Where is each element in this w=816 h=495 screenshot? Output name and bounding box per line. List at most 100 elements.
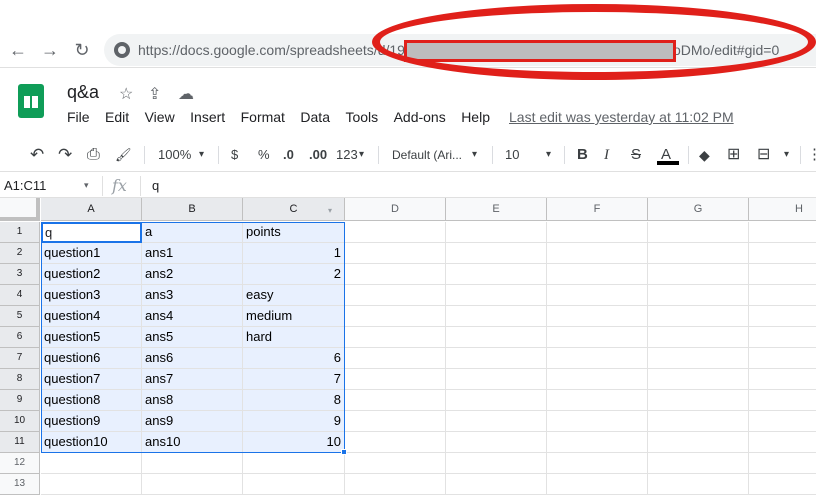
sheets-logo-icon[interactable] (18, 84, 44, 118)
cell-e7[interactable] (446, 348, 547, 369)
cell-b4[interactable]: ans3 (142, 285, 243, 306)
decrease-decimal-button[interactable]: .0 (283, 145, 294, 165)
row-header-3[interactable]: 3 (0, 264, 40, 285)
name-box-chevron-down-icon[interactable]: ▾ (84, 180, 89, 191)
menu-help[interactable]: Help (461, 109, 490, 125)
cell-e11[interactable] (446, 432, 547, 453)
zoom-chevron-down-icon[interactable]: ▾ (199, 145, 204, 165)
menu-insert[interactable]: Insert (190, 109, 225, 125)
column-header-d[interactable]: D (345, 198, 446, 221)
document-title[interactable]: q&a (67, 82, 99, 103)
cell-a4[interactable]: question3 (41, 285, 142, 306)
cell-f11[interactable] (547, 432, 648, 453)
cell-f3[interactable] (547, 264, 648, 285)
cell-d6[interactable] (345, 327, 446, 348)
cell-f7[interactable] (547, 348, 648, 369)
more-formats-button[interactable]: 123 (336, 145, 358, 165)
cell-e3[interactable] (446, 264, 547, 285)
cell-d12[interactable] (345, 453, 446, 474)
column-header-f[interactable]: F (547, 198, 648, 221)
cell-e1[interactable] (446, 222, 547, 243)
cell-d3[interactable] (345, 264, 446, 285)
cell-g13[interactable] (648, 474, 749, 495)
cloud-status-icon[interactable]: ☁ (178, 84, 194, 104)
cell-f5[interactable] (547, 306, 648, 327)
formula-input[interactable]: q (152, 178, 159, 193)
cell-h7[interactable] (749, 348, 816, 369)
cell-h11[interactable] (749, 432, 816, 453)
column-menu-chevron-down-icon[interactable]: ▾ (328, 206, 332, 215)
cell-g10[interactable] (648, 411, 749, 432)
cell-f1[interactable] (547, 222, 648, 243)
merge-cells-icon[interactable]: ⊟ (757, 145, 770, 165)
cell-e6[interactable] (446, 327, 547, 348)
cell-h9[interactable] (749, 390, 816, 411)
font-size-select[interactable]: 10 (505, 145, 519, 165)
cell-e4[interactable] (446, 285, 547, 306)
cell-f13[interactable] (547, 474, 648, 495)
cell-h4[interactable] (749, 285, 816, 306)
cell-f12[interactable] (547, 453, 648, 474)
cell-d8[interactable] (345, 369, 446, 390)
column-header-e[interactable]: E (446, 198, 547, 221)
cell-e9[interactable] (446, 390, 547, 411)
cell-b5[interactable]: ans4 (142, 306, 243, 327)
cell-h12[interactable] (749, 453, 816, 474)
increase-decimal-button[interactable]: .00 (309, 145, 327, 165)
cell-b1[interactable]: a (142, 222, 243, 243)
cell-d13[interactable] (345, 474, 446, 495)
cell-b3[interactable]: ans2 (142, 264, 243, 285)
cell-a5[interactable]: question4 (41, 306, 142, 327)
menu-tools[interactable]: Tools (345, 109, 378, 125)
cell-e13[interactable] (446, 474, 547, 495)
borders-icon[interactable]: ⊞ (727, 145, 740, 165)
cell-g2[interactable] (648, 243, 749, 264)
cell-g4[interactable] (648, 285, 749, 306)
reload-icon[interactable]: ↻ (72, 40, 92, 60)
merge-chevron-down-icon[interactable]: ▾ (784, 145, 789, 165)
cell-h10[interactable] (749, 411, 816, 432)
cell-h6[interactable] (749, 327, 816, 348)
last-edit-link[interactable]: Last edit was yesterday at 11:02 PM (509, 109, 734, 125)
fill-color-icon[interactable]: ◆ (699, 145, 710, 165)
cell-a10[interactable]: question9 (41, 411, 142, 432)
cell-f6[interactable] (547, 327, 648, 348)
cell-b10[interactable]: ans9 (142, 411, 243, 432)
strikethrough-button[interactable]: S (631, 145, 641, 165)
paint-format-icon[interactable]: 🖌 (115, 145, 132, 165)
row-header-9[interactable]: 9 (0, 390, 40, 411)
cell-c5[interactable]: medium (243, 306, 345, 327)
cell-d2[interactable] (345, 243, 446, 264)
cell-c8[interactable]: 7 (243, 369, 345, 390)
cell-c3[interactable]: 2 (243, 264, 345, 285)
cell-a8[interactable]: question7 (41, 369, 142, 390)
cell-c2[interactable]: 1 (243, 243, 345, 264)
cell-d11[interactable] (345, 432, 446, 453)
font-family-select[interactable]: Default (Ari... (392, 145, 462, 165)
row-header-8[interactable]: 8 (0, 369, 40, 390)
cell-g12[interactable] (648, 453, 749, 474)
cell-c6[interactable]: hard (243, 327, 345, 348)
formats-chevron-down-icon[interactable]: ▾ (359, 145, 364, 165)
cell-e8[interactable] (446, 369, 547, 390)
cell-f8[interactable] (547, 369, 648, 390)
cell-e12[interactable] (446, 453, 547, 474)
fill-handle[interactable] (341, 449, 347, 455)
zoom-select[interactable]: 100% (158, 145, 191, 165)
cell-h8[interactable] (749, 369, 816, 390)
back-icon[interactable]: ← (8, 40, 28, 60)
cell-d10[interactable] (345, 411, 446, 432)
cell-a12[interactable] (41, 453, 142, 474)
cell-b11[interactable]: ans10 (142, 432, 243, 453)
size-chevron-down-icon[interactable]: ▾ (546, 145, 551, 165)
cell-e5[interactable] (446, 306, 547, 327)
cell-g5[interactable] (648, 306, 749, 327)
italic-button[interactable]: I (604, 145, 609, 165)
cell-b12[interactable] (142, 453, 243, 474)
cell-c10[interactable]: 9 (243, 411, 345, 432)
cell-f2[interactable] (547, 243, 648, 264)
row-header-6[interactable]: 6 (0, 327, 40, 348)
row-header-12[interactable]: 12 (0, 453, 40, 474)
cell-c4[interactable]: easy (243, 285, 345, 306)
menu-view[interactable]: View (145, 109, 175, 125)
